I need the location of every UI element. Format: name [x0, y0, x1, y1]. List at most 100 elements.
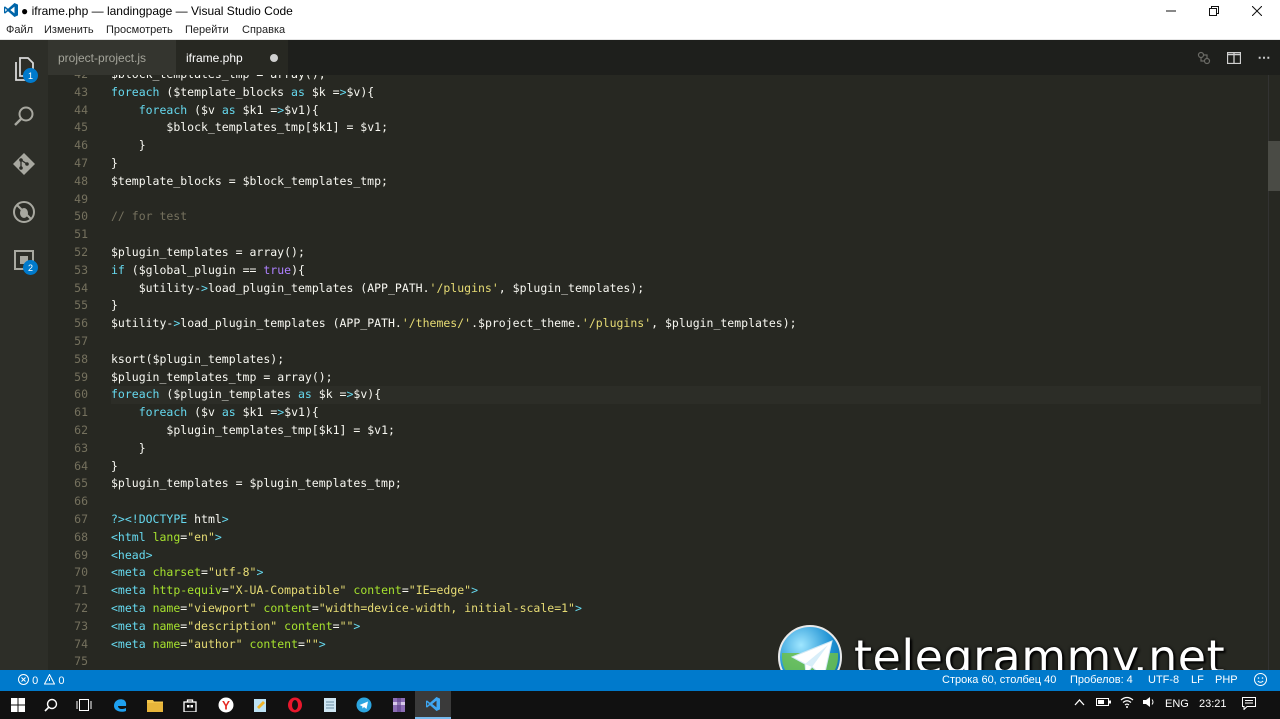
- problems-indicator[interactable]: 0 0: [18, 673, 65, 687]
- search-icon: [44, 698, 58, 712]
- code-line[interactable]: $plugin_templates = $plugin_templates_tm…: [111, 475, 1261, 493]
- code-line[interactable]: }: [111, 155, 1261, 173]
- folder-icon: [147, 700, 163, 712]
- yandex-icon: Y: [218, 697, 234, 713]
- tab-iframe-php[interactable]: iframe.php: [176, 40, 288, 75]
- action-center-button[interactable]: [1242, 697, 1256, 713]
- opera-app[interactable]: [277, 691, 313, 719]
- telegram-app[interactable]: [346, 691, 382, 719]
- code-line[interactable]: $utility->load_plugin_templates (APP_PAT…: [111, 280, 1261, 298]
- winrar-app[interactable]: [381, 691, 417, 719]
- code-line[interactable]: <meta http-equiv="X-UA-Compatible" conte…: [111, 582, 1261, 600]
- windows-logo-icon: [11, 698, 25, 712]
- line-number: 53: [74, 262, 88, 277]
- encoding[interactable]: UTF-8: [1148, 674, 1179, 686]
- code-line[interactable]: ksort($plugin_templates);: [111, 351, 1261, 369]
- code-line[interactable]: [111, 333, 1261, 351]
- open-changes-button[interactable]: [1194, 48, 1214, 68]
- code-line[interactable]: $template_blocks = $block_templates_tmp;: [111, 173, 1261, 191]
- line-number: 63: [74, 440, 88, 455]
- tray-overflow-button[interactable]: [1074, 697, 1085, 709]
- input-language[interactable]: ENG: [1165, 698, 1189, 710]
- code-line[interactable]: $utility->load_plugin_templates (APP_PAT…: [111, 315, 1261, 333]
- code-line[interactable]: [111, 493, 1261, 511]
- split-editor-button[interactable]: [1224, 48, 1244, 68]
- line-number: 65: [74, 476, 88, 491]
- tab-project-project-js[interactable]: project-project.js: [48, 40, 176, 75]
- extensions-button[interactable]: 2: [0, 236, 48, 284]
- yandex-browser-app[interactable]: Y: [208, 691, 244, 719]
- explorer-button[interactable]: 1: [0, 44, 48, 92]
- clock[interactable]: 23:21: [1199, 698, 1227, 710]
- task-view-button[interactable]: [66, 691, 102, 719]
- code-line[interactable]: foreach ($plugin_templates as $k =>$v){: [111, 386, 1261, 405]
- telegram-icon: [356, 697, 372, 713]
- code-line[interactable]: $plugin_templates = array();: [111, 244, 1261, 262]
- menu-go[interactable]: Перейти: [185, 24, 229, 36]
- code-line[interactable]: $plugin_templates_tmp[$k1] = $v1;: [111, 422, 1261, 440]
- language-mode[interactable]: PHP: [1215, 674, 1238, 686]
- notepad-app[interactable]: [242, 691, 278, 719]
- line-number: 69: [74, 547, 88, 562]
- store-app[interactable]: [172, 691, 208, 719]
- code-line[interactable]: if ($global_plugin == true){: [111, 262, 1261, 280]
- menu-view[interactable]: Просмотреть: [106, 24, 173, 36]
- unsaved-dot-icon[interactable]: [270, 54, 278, 62]
- line-number: 54: [74, 280, 88, 295]
- code-line[interactable]: }: [111, 458, 1261, 476]
- code-line[interactable]: foreach ($template_blocks as $k =>$v){: [111, 84, 1261, 102]
- debug-button[interactable]: [0, 188, 48, 236]
- restore-button[interactable]: [1191, 0, 1237, 21]
- code-editor[interactable]: 4243 44 45 46 47 48 49 50 51 52 53 54 55 56 57 58 59 60 61…: [48, 75, 1280, 670]
- indentation[interactable]: Пробелов: 4: [1070, 674, 1133, 686]
- smiley-icon: [1254, 673, 1267, 686]
- edge-icon: [114, 699, 127, 712]
- tab-label: project-project.js: [58, 50, 147, 65]
- end-of-line[interactable]: LF: [1191, 674, 1204, 686]
- code-lines[interactable]: $block_templates_tmp = array();foreach (…: [111, 75, 1261, 670]
- vertical-scrollbar[interactable]: [1268, 75, 1280, 670]
- code-line[interactable]: [111, 226, 1261, 244]
- store-bag-icon: [183, 699, 197, 712]
- menu-file[interactable]: Файл: [6, 24, 33, 36]
- code-line[interactable]: foreach ($v as $k1 =>$v1){: [111, 404, 1261, 422]
- search-button[interactable]: [0, 92, 48, 140]
- close-button[interactable]: [1234, 0, 1280, 21]
- battery-button[interactable]: [1096, 697, 1112, 710]
- code-line[interactable]: [111, 191, 1261, 209]
- line-number: 49: [74, 191, 88, 206]
- vscode-taskbar-app[interactable]: [415, 691, 451, 719]
- code-line[interactable]: <head>: [111, 547, 1261, 565]
- line-number: 71: [74, 583, 88, 598]
- cursor-position[interactable]: Строка 60, столбец 40: [942, 674, 1056, 686]
- wifi-button[interactable]: [1120, 696, 1134, 711]
- code-line[interactable]: <html lang="en">: [111, 529, 1261, 547]
- more-actions-button[interactable]: ⋯: [1254, 48, 1274, 68]
- source-control-button[interactable]: [0, 140, 48, 188]
- files-app[interactable]: [312, 691, 348, 719]
- error-icon: [18, 674, 29, 685]
- code-line[interactable]: }: [111, 137, 1261, 155]
- search-taskbar-button[interactable]: [33, 691, 69, 719]
- start-button[interactable]: [0, 691, 36, 719]
- minimize-button[interactable]: [1148, 0, 1194, 21]
- search-icon: [14, 106, 34, 126]
- code-line[interactable]: }: [111, 297, 1261, 315]
- code-line[interactable]: $plugin_templates_tmp = array();: [111, 369, 1261, 387]
- code-line[interactable]: $block_templates_tmp[$k1] = $v1;: [111, 119, 1261, 137]
- code-line[interactable]: ?><!DOCTYPE html>: [111, 511, 1261, 529]
- code-line[interactable]: foreach ($v as $k1 =>$v1){: [111, 102, 1261, 120]
- code-line[interactable]: // for test: [111, 208, 1261, 226]
- file-explorer-app[interactable]: [137, 691, 173, 719]
- code-line[interactable]: <meta name="viewport" content="width=dev…: [111, 600, 1261, 618]
- code-line[interactable]: $block_templates_tmp = array();: [111, 75, 1261, 84]
- code-line[interactable]: <meta charset="utf-8">: [111, 564, 1261, 582]
- volume-button[interactable]: [1142, 696, 1156, 711]
- feedback-button[interactable]: [1254, 673, 1267, 689]
- scrollbar-thumb[interactable]: [1268, 141, 1280, 191]
- code-line[interactable]: }: [111, 440, 1261, 458]
- edge-app[interactable]: [102, 691, 138, 719]
- menu-help[interactable]: Справка: [242, 24, 285, 36]
- menu-edit[interactable]: Изменить: [44, 24, 94, 36]
- line-number: 64: [74, 458, 88, 473]
